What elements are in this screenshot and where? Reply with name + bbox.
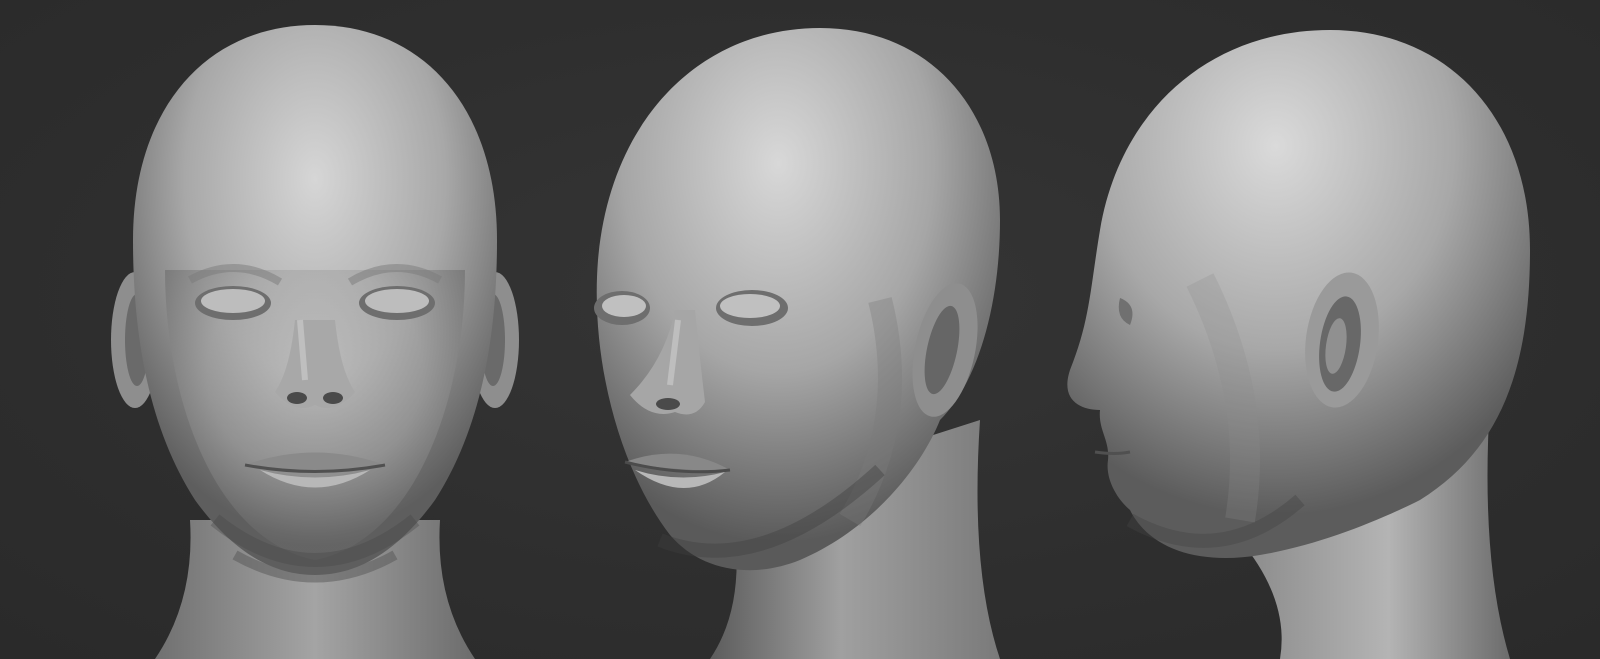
sculpt-turnaround-canvas <box>0 0 1600 659</box>
head-profile-render <box>1067 30 1530 659</box>
head-three-quarter-view <box>580 0 1040 659</box>
head-profile-view <box>1060 0 1580 659</box>
head-front-render <box>111 25 519 659</box>
head-three-quarter-render <box>594 28 1000 659</box>
head-front-view <box>95 0 535 659</box>
